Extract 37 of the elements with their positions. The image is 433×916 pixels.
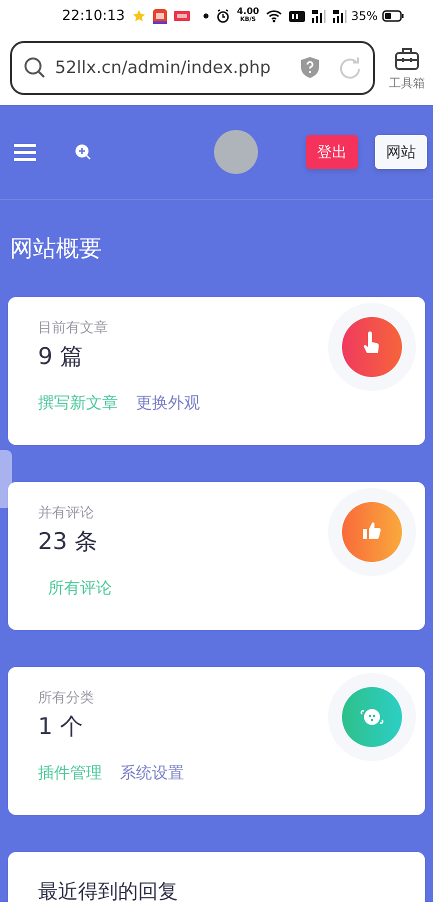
reload-icon[interactable] [339,56,361,78]
card-link[interactable]: 撰写新文章 [38,392,118,414]
card-link[interactable]: 系统设置 [120,762,184,784]
address-bar[interactable]: 52llx.cn/admin/index.php [10,40,375,94]
card-link[interactable]: 所有评论 [48,577,112,599]
stat-label: 目前有文章 [38,319,108,338]
app-icon [152,8,167,24]
news-app-icon [174,11,190,21]
menu-icon[interactable] [14,144,36,160]
clock-time: 22:10:13 [62,8,125,24]
star-icon [132,9,146,23]
signal-icon [333,10,348,22]
url-text: 52llx.cn/admin/index.php [55,58,272,78]
notification-dot-icon [202,13,209,19]
stat-count: 1 个 [38,713,83,742]
avatar[interactable] [214,130,258,174]
card-link[interactable]: 更换外观 [136,392,200,414]
page-title: 网站概要 [9,235,103,264]
search-icon [24,57,45,78]
zoom-in-icon[interactable] [75,144,91,160]
stat-count: 9 篇 [38,343,83,372]
alarm-icon [216,9,230,23]
logout-button[interactable]: 登出 [306,135,358,169]
wifi-icon [266,9,282,23]
card-title: 最近得到的回复 [38,879,178,902]
card-link[interactable]: 插件管理 [38,762,102,784]
battery-percent: 35% [351,9,378,23]
stat-count: 23 条 [38,528,98,557]
stat-label: 所有分类 [38,689,94,708]
shield-icon[interactable] [299,56,321,79]
network-speed: 4.00 [236,8,260,16]
website-button[interactable]: 网站 [375,135,427,169]
stat-label: 并有评论 [38,504,94,523]
toolbox-icon[interactable] [394,45,420,71]
toolbox-label[interactable]: 工具箱 [389,75,425,92]
battery-icon [382,10,404,22]
signal-icon [312,10,326,22]
